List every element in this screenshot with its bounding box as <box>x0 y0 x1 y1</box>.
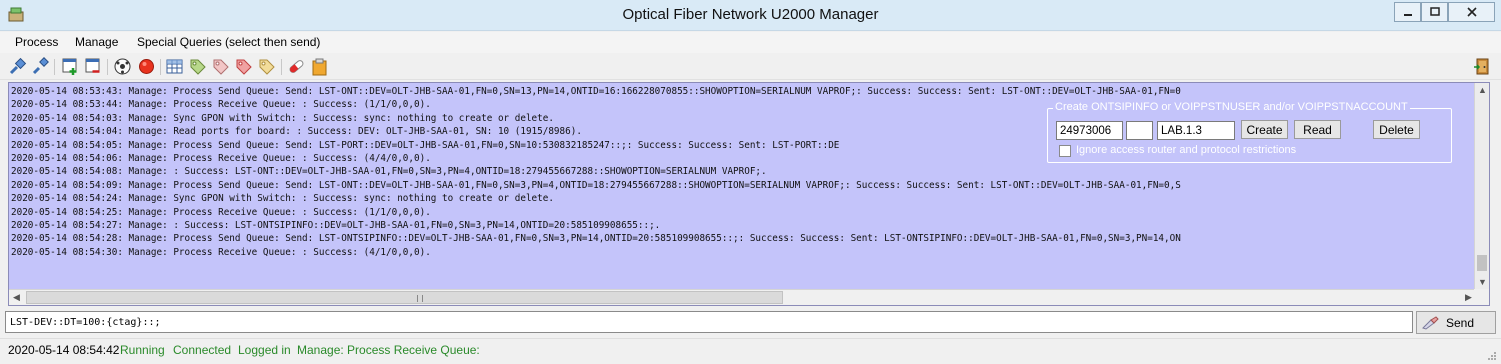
scroll-up-arrow-icon[interactable]: ▲ <box>1475 83 1489 98</box>
scrollbar-corner <box>1474 289 1489 305</box>
toolbar-separator <box>160 59 161 75</box>
ontsipinfo-short-field[interactable] <box>1126 121 1153 140</box>
ignore-restrictions-checkbox[interactable] <box>1059 145 1071 157</box>
ignore-restrictions-label: Ignore access router and protocol restri… <box>1076 144 1297 156</box>
log-line: 2020-05-14 08:54:28: Manage: Process Sen… <box>11 233 1181 245</box>
status-bar: 2020-05-14 08:54:42 Running Connected Lo… <box>0 338 1501 364</box>
scroll-left-arrow-icon[interactable]: ◀ <box>9 290 24 305</box>
tag-yellow-icon[interactable] <box>257 57 276 76</box>
menu-bar: Process Manage Special Queries (select t… <box>0 32 1501 53</box>
scroll-grip-icon <box>417 295 423 302</box>
read-button[interactable]: Read <box>1294 120 1341 139</box>
close-button[interactable] <box>1448 2 1495 22</box>
tag-green-icon[interactable] <box>188 57 207 76</box>
status-message: Manage: Process Receive Queue: <box>297 343 480 357</box>
stop-red-icon[interactable] <box>137 57 156 76</box>
log-line: 2020-05-14 08:54:24: Manage: Sync GPON w… <box>11 193 554 205</box>
status-running: Running <box>120 343 165 357</box>
log-line: 2020-05-14 08:54:08: Manage: : Success: … <box>11 166 767 178</box>
create-ontsipinfo-panel: Create ONTSIPINFO or VOIPPSTNUSER and/or… <box>1047 101 1452 163</box>
window-title: Optical Fiber Network U2000 Manager <box>622 6 879 23</box>
maximize-button[interactable] <box>1421 2 1448 22</box>
toolbar-separator <box>107 59 108 75</box>
ball-icon[interactable] <box>113 57 132 76</box>
table-grid-icon[interactable] <box>165 57 184 76</box>
scroll-down-arrow-icon[interactable]: ▼ <box>1475 275 1489 290</box>
panel-legend: Create ONTSIPINFO or VOIPPSTNUSER and/or… <box>1053 101 1410 113</box>
minimize-icon <box>1403 14 1412 16</box>
log-line: 2020-05-14 08:54:09: Manage: Process Sen… <box>11 179 1181 191</box>
horizontal-scrollbar[interactable]: ◀ ▶ <box>9 289 1476 305</box>
resize-grip-icon[interactable] <box>1487 351 1497 361</box>
menu-process[interactable]: Process <box>15 35 58 49</box>
ontsipinfo-number-field[interactable] <box>1056 121 1123 140</box>
title-bar: Optical Fiber Network U2000 Manager <box>0 0 1501 31</box>
send-button-label: Send <box>1446 316 1475 330</box>
tag-red-icon[interactable] <box>234 57 253 76</box>
log-line: 2020-05-14 08:54:30: Manage: Process Rec… <box>11 246 431 258</box>
status-logged-in: Logged in <box>238 343 291 357</box>
tag-pink-icon[interactable] <box>211 57 230 76</box>
vertical-scroll-thumb[interactable] <box>1477 255 1487 271</box>
vertical-scrollbar[interactable]: ▲ ▼ <box>1474 83 1489 290</box>
menu-manage[interactable]: Manage <box>75 35 118 49</box>
clipboard-icon[interactable] <box>310 57 329 76</box>
ontsipinfo-location-field[interactable] <box>1157 121 1235 140</box>
log-line: 2020-05-14 08:54:25: Manage: Process Rec… <box>11 206 431 218</box>
add-window-icon[interactable] <box>61 57 80 76</box>
send-icon <box>1422 316 1439 330</box>
disconnect-plug-icon[interactable] <box>31 57 50 76</box>
minimize-button[interactable] <box>1394 2 1421 22</box>
pill-icon[interactable] <box>287 57 306 76</box>
connect-plug-icon[interactable] <box>8 57 27 76</box>
toolbar-separator <box>54 59 55 75</box>
log-line: 2020-05-14 08:54:27: Manage: : Success: … <box>11 220 661 232</box>
toolbar <box>0 54 1501 80</box>
command-input[interactable] <box>5 311 1413 333</box>
create-button[interactable]: Create <box>1241 120 1288 139</box>
menu-special-queries[interactable]: Special Queries (select then send) <box>137 35 320 49</box>
horizontal-scroll-thumb[interactable] <box>26 291 783 304</box>
send-button[interactable]: Send <box>1416 311 1496 334</box>
maximize-icon <box>1429 7 1440 16</box>
log-line: 2020-05-14 08:53:43: Manage: Process Sen… <box>11 86 1181 97</box>
toolbar-separator <box>281 59 282 75</box>
delete-button[interactable]: Delete <box>1373 120 1420 139</box>
close-icon <box>1466 7 1477 17</box>
status-timestamp: 2020-05-14 08:54:42 <box>8 343 120 357</box>
status-connected: Connected <box>173 343 232 357</box>
remove-window-icon[interactable] <box>84 57 103 76</box>
exit-door-icon[interactable] <box>1473 57 1492 76</box>
